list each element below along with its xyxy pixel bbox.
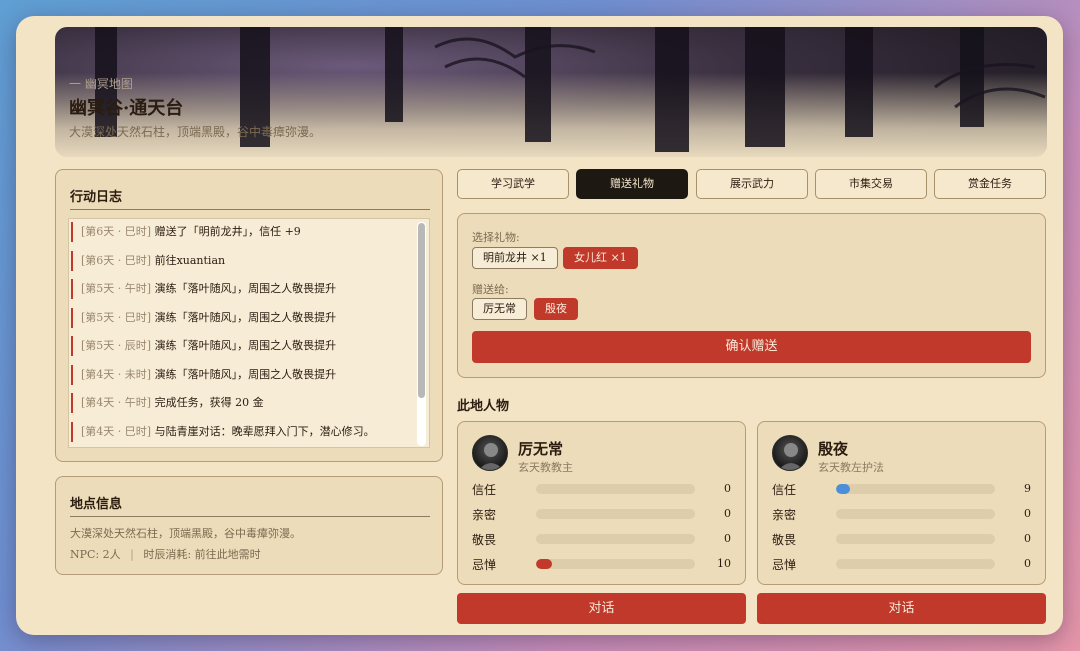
stat-bar-fill: [536, 559, 552, 569]
log-scrollbar-thumb[interactable]: [418, 223, 425, 398]
action-log-list[interactable]: [第4天 · 巳时] 与陆青崖对话：晚辈愿拜入门下，潜心修习。 [第4天 · 午时…: [68, 218, 430, 448]
avatar: [472, 435, 508, 471]
log-entry-text: 前往xuantian: [154, 253, 226, 267]
npc-role: 玄天教左护法: [818, 461, 884, 474]
log-entry: [第6天 · 巳时] 前往xuantian: [71, 250, 226, 271]
npc-name: 厉无常: [518, 440, 564, 458]
stat-bar-fill: [836, 484, 851, 494]
log-entry: [第5天 · 巳时] 演练「落叶随风」，周围之人敬畏提升: [71, 307, 337, 328]
stat-value: 0: [1024, 507, 1031, 520]
log-entry-text: 演练「落叶随风」，周围之人敬畏提升: [154, 282, 337, 295]
log-entry-text: 演练「落叶随风」，周围之人敬畏提升: [154, 367, 337, 381]
log-entry: [第4天 · 未时] 演练「落叶随风」，周围之人敬畏提升: [71, 364, 337, 385]
npc-count: NPC: 2人: [70, 548, 121, 561]
npc-role: 玄天教教主: [518, 461, 573, 474]
log-entry-text: 赠送了「明前龙井」，信任 +9: [154, 225, 301, 238]
stat-label: 忌惮: [472, 558, 497, 572]
log-entry-time: [第4天 · 巳时]: [81, 424, 152, 438]
region-label: 一 幽冥地图: [69, 77, 133, 91]
log-entry-text: 完成任务，获得 20 金: [154, 396, 264, 409]
tab-show-force[interactable]: 展示武力: [696, 169, 808, 199]
npcs-section-title: 此地人物: [457, 399, 510, 414]
log-entry-text: 演练「落叶随风」，周围之人敬畏提升: [154, 339, 337, 352]
stat-label: 忌惮: [772, 558, 797, 572]
stat-label: 敬畏: [472, 533, 497, 547]
stat-value: 0: [1024, 532, 1031, 545]
action-log-title: 行动日志: [70, 190, 123, 205]
log-entry-text: 与陆青崖对话：晚辈愿拜入门下，潜心修习。: [154, 424, 375, 438]
stat-value: 0: [1024, 557, 1031, 570]
gift-target-label: 赠送给:: [472, 283, 509, 296]
npc-card: 殷夜 玄天教左护法 信任 9 亲密 0 敬畏 0 忌惮 0: [757, 421, 1046, 585]
log-entry: [第6天 · 巳时] 赠送了「明前龙井」，信任 +9: [71, 222, 301, 242]
log-entry: [第4天 · 午时] 完成任务，获得 20 金: [71, 393, 264, 413]
gift-item-nuerhong[interactable]: 女儿红 ×1: [563, 247, 638, 269]
gift-select-label: 选择礼物:: [472, 231, 520, 244]
location-info-meta: NPC: 2人 | 时辰消耗: 前往此地需时: [70, 546, 261, 562]
tab-learn-martial[interactable]: 学习武学: [457, 169, 569, 199]
stat-value: 0: [724, 482, 731, 495]
location-info-panel: 地点信息 大漠深处天然石柱，顶端黑殿，谷中毒瘴弥漫。 NPC: 2人 | 时辰消…: [55, 476, 443, 575]
stat-bar: [836, 559, 995, 569]
log-entry: [第4天 · 巳时] 与陆青崖对话：晚辈愿拜入门下，潜心修习。: [71, 421, 375, 442]
stat-value: 9: [1024, 482, 1031, 495]
stat-bar: [836, 534, 995, 544]
avatar: [772, 435, 808, 471]
log-entry-time: [第5天 · 辰时]: [81, 339, 152, 352]
stat-bar: [536, 509, 695, 519]
stat-label: 信任: [772, 483, 797, 497]
gift-target-yin-ye[interactable]: 殷夜: [534, 298, 578, 320]
stat-bar: [836, 484, 995, 494]
tab-market[interactable]: 市集交易: [815, 169, 927, 199]
stat-value: 0: [724, 507, 731, 520]
time-cost: 时辰消耗: 前往此地需时: [143, 548, 261, 561]
stat-bar: [836, 509, 995, 519]
log-entry-time: [第4天 · 未时]: [81, 367, 152, 381]
meta-separator: |: [130, 548, 134, 561]
log-entry-time: [第5天 · 巳时]: [81, 310, 152, 324]
log-entry-time: [第6天 · 巳时]: [81, 225, 152, 238]
log-entry-text: 演练「落叶随风」，周围之人敬畏提升: [154, 310, 337, 324]
location-info-title: 地点信息: [70, 497, 123, 512]
log-entry: [第5天 · 午时] 演练「落叶随风」，周围之人敬畏提升: [71, 279, 336, 299]
tab-bounty[interactable]: 赏金任务: [934, 169, 1046, 199]
npc-card: 厉无常 玄天教教主 信任 0 亲密 0 敬畏 0 忌惮 10: [457, 421, 746, 585]
divider: [70, 516, 430, 517]
stat-label: 敬畏: [772, 533, 797, 547]
gift-item-longjing[interactable]: 明前龙井 ×1: [472, 247, 558, 269]
confirm-gift-button[interactable]: 确认赠送: [472, 331, 1031, 363]
stat-label: 信任: [472, 483, 497, 497]
location-description: 大漠深处天然石柱，顶端黑殿，谷中毒瘴弥漫。: [69, 125, 322, 139]
log-entry: [第5天 · 辰时] 演练「落叶随风」，周围之人敬畏提升: [71, 336, 336, 356]
tab-give-gift[interactable]: 赠送礼物: [576, 169, 688, 199]
stat-value: 0: [724, 532, 731, 545]
stat-bar: [536, 534, 695, 544]
location-banner: 一 幽冥地图 幽冥谷·通天台 大漠深处天然石柱，顶端黑殿，谷中毒瘴弥漫。: [55, 27, 1047, 157]
stat-label: 亲密: [772, 508, 797, 522]
log-entry-time: [第5天 · 午时]: [81, 282, 152, 295]
location-title: 幽冥谷·通天台: [69, 98, 184, 119]
npc-name: 殷夜: [818, 440, 849, 458]
log-entry-time: [第6天 · 巳时]: [81, 253, 152, 267]
gift-target-li-wuchang[interactable]: 厉无常: [472, 298, 527, 320]
location-info-description: 大漠深处天然石柱，顶端黑殿，谷中毒瘴弥漫。: [70, 527, 301, 540]
stat-bar: [536, 559, 695, 569]
divider: [70, 209, 430, 210]
talk-button-yin-ye[interactable]: 对话: [757, 593, 1046, 624]
stat-value: 10: [717, 557, 731, 570]
log-entry-time: [第4天 · 午时]: [81, 396, 152, 409]
log-scrollbar[interactable]: [417, 222, 426, 446]
stat-label: 亲密: [472, 508, 497, 522]
talk-button-li-wuchang[interactable]: 对话: [457, 593, 746, 624]
stat-bar: [536, 484, 695, 494]
